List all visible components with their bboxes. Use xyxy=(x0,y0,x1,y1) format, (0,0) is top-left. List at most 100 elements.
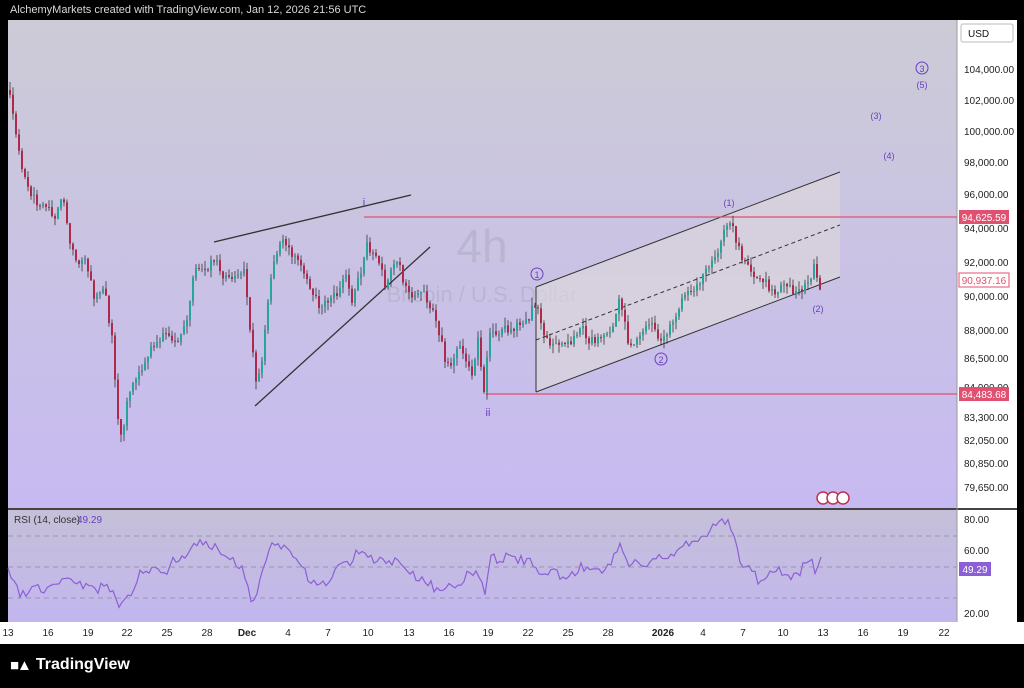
candle-body xyxy=(246,269,248,298)
wave-label-paren-3: (3) xyxy=(871,111,882,121)
rsi-pane[interactable] xyxy=(8,510,957,622)
candle-body xyxy=(702,274,704,285)
candle-body xyxy=(459,345,461,349)
time-tick-label: 25 xyxy=(161,628,173,639)
candle-body xyxy=(801,289,803,292)
candle-body xyxy=(147,356,149,363)
candle-body xyxy=(27,177,29,187)
candle-body xyxy=(678,309,680,317)
rsi-label: RSI (14, close) xyxy=(14,515,80,526)
candle-body xyxy=(417,293,419,296)
candle-body xyxy=(240,274,242,275)
candle-body xyxy=(15,113,17,135)
event-flags[interactable] xyxy=(816,491,850,505)
chart-svg[interactable]: 4h Bitcoin / U.S. Dollar RSI (14, close)… xyxy=(0,0,1024,688)
candle-body xyxy=(648,324,650,326)
time-tick-label: 10 xyxy=(777,628,789,639)
time-tick-label: 4 xyxy=(700,628,706,639)
candle-body xyxy=(501,328,503,335)
candle-body xyxy=(387,280,389,289)
time-tick-label: 16 xyxy=(42,628,54,639)
candle-body xyxy=(510,328,512,333)
candle-body xyxy=(705,268,707,275)
candle-body xyxy=(786,283,788,287)
candle-body xyxy=(96,294,98,299)
candle-body xyxy=(636,338,638,345)
candle-body xyxy=(585,325,587,339)
time-axis[interactable] xyxy=(0,622,1024,644)
candle-body xyxy=(234,276,236,279)
candle-body xyxy=(87,258,89,272)
time-tick-label: 19 xyxy=(82,628,94,639)
candle-body xyxy=(351,288,353,303)
price-tick-label: 100,000.00 xyxy=(964,127,1014,138)
candle-body xyxy=(795,291,797,295)
candle-body xyxy=(21,150,23,170)
candle-body xyxy=(804,283,806,292)
time-tick-label: 22 xyxy=(522,628,534,639)
candle-body xyxy=(543,323,545,336)
watermark-interval: 4h xyxy=(456,220,507,272)
candle-body xyxy=(651,322,653,325)
candle-body xyxy=(117,379,119,419)
wave-label-paren-4: (4) xyxy=(884,151,895,161)
candle-body xyxy=(144,362,146,371)
candle-body xyxy=(669,324,671,335)
candle-body xyxy=(525,319,527,324)
candle-body xyxy=(120,419,122,435)
candle-body xyxy=(279,243,281,254)
candle-body xyxy=(486,357,488,392)
candle-body xyxy=(624,309,626,322)
candle-body xyxy=(264,329,266,361)
candle-body xyxy=(102,288,104,293)
candle-body xyxy=(444,341,446,362)
candle-body xyxy=(141,370,143,372)
time-tick-label: 4 xyxy=(285,628,291,639)
time-tick-label: Dec xyxy=(238,628,257,639)
candle-body xyxy=(399,262,401,265)
candle-body xyxy=(12,94,14,114)
candle-body xyxy=(363,257,365,274)
price-tick-label: 88,000.00 xyxy=(964,326,1009,337)
candle-body xyxy=(336,293,338,296)
candle-body xyxy=(126,401,128,426)
candle-body xyxy=(285,239,287,246)
candle-body xyxy=(411,292,413,298)
candle-body xyxy=(162,333,164,342)
candle-body xyxy=(201,268,203,270)
wave-label-i: i xyxy=(363,197,365,209)
time-tick-label: 22 xyxy=(121,628,133,639)
rsi-value-tag-text: 49.29 xyxy=(962,565,987,576)
candle-body xyxy=(603,335,605,338)
candle-body xyxy=(642,331,644,336)
candle-body xyxy=(318,296,320,308)
candle-body xyxy=(81,260,83,264)
candle-body xyxy=(813,264,815,279)
wave-label-paren-1: (1) xyxy=(724,198,735,208)
candle-body xyxy=(288,245,290,248)
candle-body xyxy=(156,342,158,347)
price-tick-label: 90,000.00 xyxy=(964,292,1009,303)
candle-body xyxy=(312,288,314,295)
event-flag-icon[interactable] xyxy=(836,491,850,505)
price-tick-label: 94,000.00 xyxy=(964,224,1009,235)
candle-body xyxy=(774,289,776,295)
candle-body xyxy=(291,247,293,257)
candle-body xyxy=(570,341,572,345)
candle-body xyxy=(78,260,80,264)
candle-body xyxy=(90,271,92,281)
candle-body xyxy=(69,223,71,244)
candle-body xyxy=(195,267,197,278)
candle-body xyxy=(300,259,302,266)
candle-body xyxy=(735,226,737,243)
currency-label[interactable]: USD xyxy=(968,29,989,40)
candle-body xyxy=(48,206,50,208)
candle-body xyxy=(267,301,269,330)
candle-body xyxy=(783,283,785,285)
candle-body xyxy=(402,264,404,283)
rsi-tick-80: 80.00 xyxy=(964,515,989,526)
candle-body xyxy=(36,194,38,206)
candle-body xyxy=(66,202,68,224)
candle-body xyxy=(534,305,536,308)
candle-body xyxy=(558,342,560,345)
